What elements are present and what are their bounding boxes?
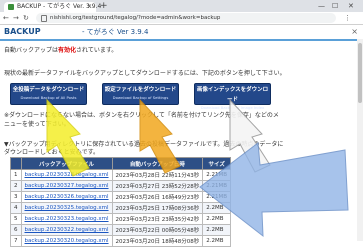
button-label: 全投稿データをダウンロード <box>12 87 85 93</box>
table-row: 3 backup.20230326.tegalog.xml 2023年03月26… <box>10 191 232 203</box>
backup-date: 2023年03月22日 00時05分48秒 <box>111 224 204 236</box>
browser-tab-strip: BACKUP - てがろぐ Ver. 3.9.4 × + — ☐ ✕ <box>0 0 363 12</box>
backup-file-link[interactable]: backup.20230320.tegalog.xml <box>20 235 113 247</box>
row-number: 1 <box>10 169 22 181</box>
backup-file-link[interactable]: backup.20230323.tegalog.xml <box>20 213 113 225</box>
browser-tab[interactable]: BACKUP - てがろぐ Ver. 3.9.4 × <box>4 2 101 12</box>
menu-icon[interactable]: ⋮ <box>344 12 351 24</box>
backup-files-table: バックアップファイル 自動バックアップ日時 サイズ 1 backup.20230… <box>10 157 232 247</box>
table-row: 2 backup.20230327.tegalog.xml 2023年03月27… <box>10 180 232 192</box>
url-field[interactable]: nishishi.org/testground/tegalog/?mode=ad… <box>36 13 336 23</box>
page-title: BACKUP <box>4 27 41 36</box>
backup-date: 2023年03月26日 16時49分23秒 <box>111 191 204 203</box>
download-all-posts-button[interactable]: 全投稿データをダウンロード Download Backup of All Pos… <box>10 83 87 105</box>
button-sublabel: Download Backup of All Posts <box>20 95 77 100</box>
backup-date: 2023年03月23日 23時35分42秒 <box>111 213 204 225</box>
window-close-icon[interactable]: ✕ <box>348 0 354 12</box>
row-number: 3 <box>10 191 22 203</box>
new-tab-icon[interactable]: + <box>100 0 108 12</box>
autobackup-status-line: 自動バックアップは有効化されています。 <box>4 45 117 54</box>
row-number: 4 <box>10 202 22 214</box>
scrollbar-thumb[interactable] <box>358 43 362 103</box>
download-note-line1: ※ダウンロードにならない場合は、ボタンを右クリックして「名前を付けてリンク先を保… <box>4 112 279 119</box>
row-number: 5 <box>10 213 22 225</box>
download-intro-text: 現状の最新データファイルをバックアップとしてダウンロードするには、下記のボタンを… <box>4 70 286 77</box>
backup-size: 2.21MB <box>202 191 232 203</box>
backup-file-link[interactable]: backup.20230322.tegalog.xml <box>20 224 113 236</box>
backup-list-intro-line2: ダウンロードしておくと安心です。 <box>4 149 100 156</box>
column-header: 自動バックアップ日時 <box>111 157 204 170</box>
table-row: 6 backup.20230322.tegalog.xml 2023年03月22… <box>10 224 232 236</box>
backup-size: 2.21MB <box>202 180 232 192</box>
autobackup-prefix: 自動バックアップは <box>4 47 59 54</box>
backup-size: 2.2MB <box>202 202 232 214</box>
backup-size: 2.2MB <box>202 213 232 225</box>
backup-size: 2.2MB <box>202 224 232 236</box>
address-bar-row: ← → ↻ nishishi.org/testground/tegalog/?m… <box>0 12 363 25</box>
button-label: 画像インデックスをダウンロード <box>196 87 269 103</box>
backup-date: 2023年03月27日 23時52分28秒 <box>111 180 204 192</box>
table-row: 4 backup.20230325.tegalog.xml 2023年03月25… <box>10 202 232 214</box>
backup-file-link[interactable]: backup.20230326.tegalog.xml <box>20 191 113 203</box>
column-header: バックアップファイル <box>20 157 113 170</box>
autobackup-status: 有効化 <box>58 47 77 54</box>
column-header: サイズ <box>202 157 232 170</box>
reload-icon[interactable]: ↻ <box>23 12 29 24</box>
button-sublabel: Download Backup of Settings <box>112 95 169 100</box>
site-favicon-icon <box>8 4 14 10</box>
tab-close-icon[interactable]: × <box>87 2 92 12</box>
column-header <box>10 157 22 170</box>
download-settings-button[interactable]: 設定ファイルをダウンロード Download Backup of Setting… <box>102 83 179 105</box>
autobackup-suffix: されています。 <box>76 47 118 54</box>
back-icon[interactable]: ← <box>3 12 9 24</box>
page-version: - てがろぐ Ver 3.9.4 <box>82 28 149 36</box>
maximize-icon[interactable]: ☐ <box>332 0 338 12</box>
download-note-line2: ニューを使って下さい。 <box>4 121 70 128</box>
table-header-row: バックアップファイル 自動バックアップ日時 サイズ <box>10 157 232 170</box>
row-number: 6 <box>10 224 22 236</box>
backup-file-link[interactable]: backup.20230328.tegalog.xml <box>20 169 113 181</box>
backup-file-link[interactable]: backup.20230327.tegalog.xml <box>20 180 113 192</box>
button-label: 設定ファイルをダウンロード <box>104 87 177 93</box>
table-row: 5 backup.20230323.tegalog.xml 2023年03月23… <box>10 213 232 225</box>
row-number: 2 <box>10 180 22 192</box>
backup-date: 2023年03月25日 17時08分36秒 <box>111 202 204 214</box>
forward-icon[interactable]: → <box>13 12 19 24</box>
backup-file-link[interactable]: backup.20230325.tegalog.xml <box>20 202 113 214</box>
download-image-index-button[interactable]: 画像インデックスをダウンロード Download Backup of Image… <box>194 83 271 110</box>
page-scrollbar[interactable] <box>357 39 363 241</box>
table-row: 7 backup.20230320.tegalog.xml 2023年03月20… <box>10 235 232 247</box>
url-text: nishishi.org/testground/tegalog/?mode=ad… <box>50 15 221 21</box>
row-number: 7 <box>10 235 22 247</box>
backup-size: 2.21MB <box>202 169 232 181</box>
backup-size: 2.2MB <box>202 235 232 247</box>
backup-date: 2023年03月20日 18時48分08秒 <box>111 235 204 247</box>
page-header: BACKUP - てがろぐ Ver 3.9.4 × <box>0 25 363 41</box>
minimize-icon[interactable]: — <box>318 0 325 12</box>
lock-icon <box>41 15 47 22</box>
header-close-icon[interactable]: × <box>351 25 358 39</box>
table-row: 1 backup.20230328.tegalog.xml 2023年03月28… <box>10 169 232 181</box>
backup-date: 2023年03月28日 22時11分43秒 <box>111 169 204 181</box>
